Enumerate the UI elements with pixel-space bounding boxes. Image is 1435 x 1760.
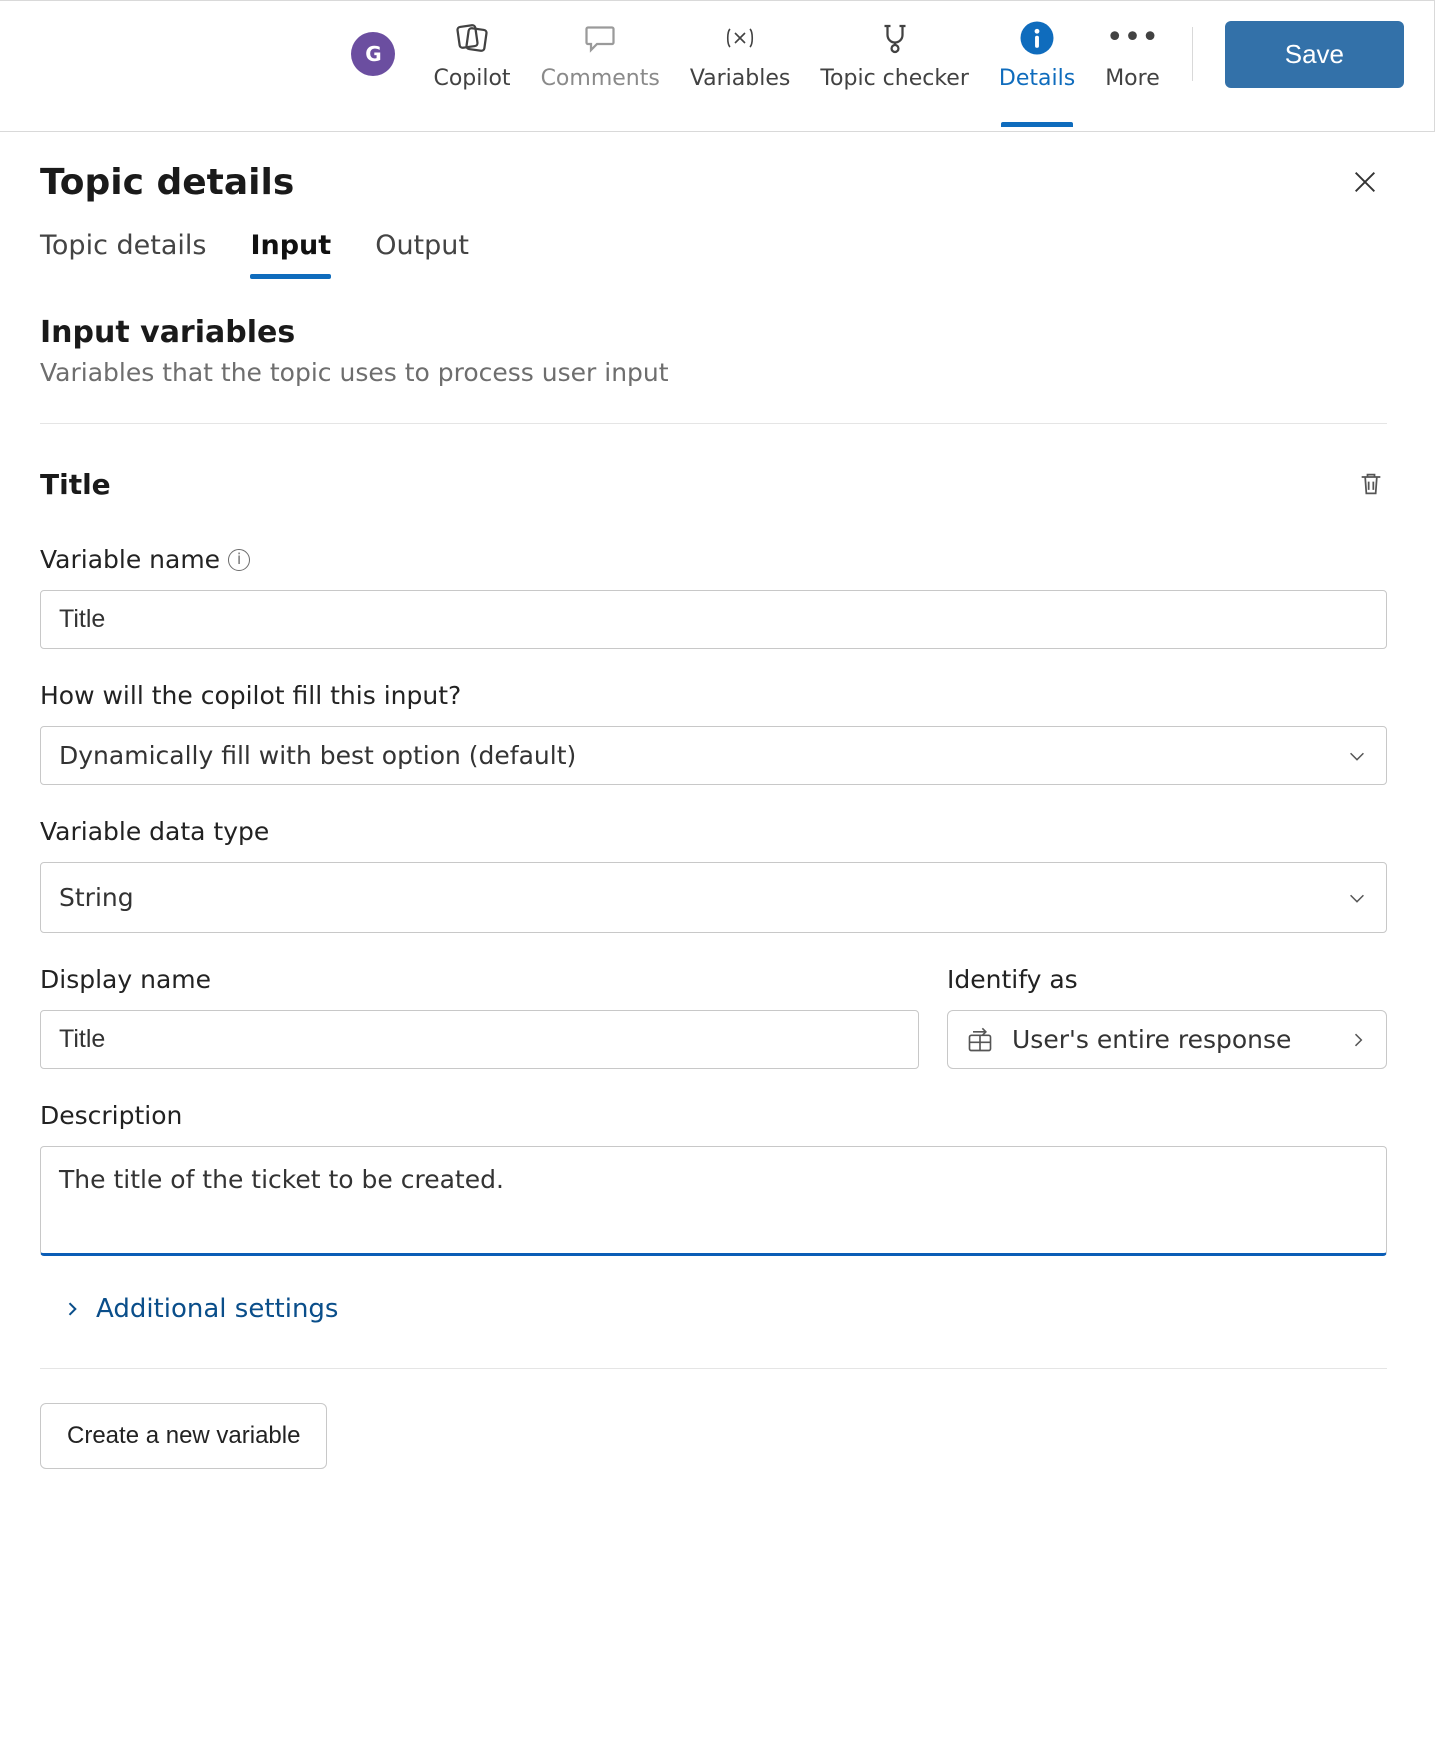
additional-settings-label: Additional settings: [96, 1294, 338, 1324]
additional-settings-toggle[interactable]: Additional settings: [62, 1294, 1387, 1324]
toolbar-label: Copilot: [433, 66, 510, 91]
select-value: String: [59, 883, 1346, 912]
save-button[interactable]: Save: [1225, 21, 1404, 88]
topic-checker-icon: [873, 16, 917, 60]
label-identify-as: Identify as: [947, 965, 1387, 994]
toolbar-more[interactable]: ••• More: [1105, 16, 1160, 126]
section-divider: [40, 423, 1387, 424]
toolbar-separator: [1192, 27, 1193, 81]
variables-icon: [718, 16, 762, 60]
close-icon: [1351, 168, 1379, 196]
toolbar-label: Details: [999, 66, 1075, 91]
toolbar-item-comments[interactable]: Comments: [533, 16, 668, 126]
chevron-right-icon: [1348, 1030, 1368, 1050]
display-name-input[interactable]: [40, 1010, 919, 1069]
toolbar-label: Topic checker: [820, 66, 969, 91]
delete-variable-button[interactable]: [1357, 470, 1387, 500]
select-value: Dynamically fill with best option (defau…: [59, 741, 1346, 770]
tab-input[interactable]: Input: [250, 226, 331, 279]
section-desc: Variables that the topic uses to process…: [40, 358, 1387, 387]
toolbar-items: Copilot Comments Varia: [425, 16, 1083, 126]
tabs: Topic details Input Output: [40, 226, 1387, 279]
copilot-icon: [450, 16, 494, 60]
identify-as-picker[interactable]: User's entire response: [947, 1010, 1387, 1069]
details-icon: [1015, 16, 1059, 60]
toolbar-label: Variables: [690, 66, 791, 91]
create-variable-button[interactable]: Create a new variable: [40, 1403, 327, 1469]
chevron-down-icon: [1346, 887, 1368, 909]
label-text: Variable name: [40, 545, 220, 574]
close-button[interactable]: [1343, 160, 1387, 204]
toolbar-label: More: [1105, 66, 1160, 91]
toolbar-item-details[interactable]: Details: [991, 16, 1083, 126]
toolbar-item-variables[interactable]: Variables: [682, 16, 799, 126]
label-variable-name: Variable name i: [40, 545, 1387, 574]
toolbar-item-copilot[interactable]: Copilot: [425, 16, 518, 126]
comments-icon: [578, 16, 622, 60]
chevron-right-icon: [62, 1299, 82, 1319]
page-title: Topic details: [40, 162, 294, 203]
top-toolbar: G Copilot Comments: [0, 0, 1435, 132]
info-icon[interactable]: i: [228, 549, 250, 571]
more-icon: •••: [1106, 16, 1159, 60]
card-divider: [40, 1368, 1387, 1369]
picker-value: User's entire response: [1012, 1025, 1291, 1054]
description-textarea[interactable]: [40, 1146, 1387, 1256]
label-fill: How will the copilot fill this input?: [40, 681, 1387, 710]
chevron-down-icon: [1346, 745, 1368, 767]
data-type-select[interactable]: String: [40, 862, 1387, 933]
label-data-type: Variable data type: [40, 817, 1387, 846]
variable-name-input[interactable]: [40, 590, 1387, 649]
toolbar-item-topic-checker[interactable]: Topic checker: [812, 16, 977, 126]
fill-option-select[interactable]: Dynamically fill with best option (defau…: [40, 726, 1387, 785]
topic-details-panel: Topic details Topic details Input Output…: [0, 132, 1435, 1509]
section-title: Input variables: [40, 315, 1387, 350]
label-display-name: Display name: [40, 965, 919, 994]
avatar[interactable]: G: [351, 32, 395, 76]
entity-icon: [966, 1026, 994, 1054]
label-description: Description: [40, 1101, 1387, 1130]
tab-topic-details[interactable]: Topic details: [40, 226, 206, 279]
trash-icon: [1357, 470, 1385, 498]
toolbar-label: Comments: [541, 66, 660, 91]
tab-output[interactable]: Output: [375, 226, 469, 279]
variable-title: Title: [40, 468, 111, 501]
